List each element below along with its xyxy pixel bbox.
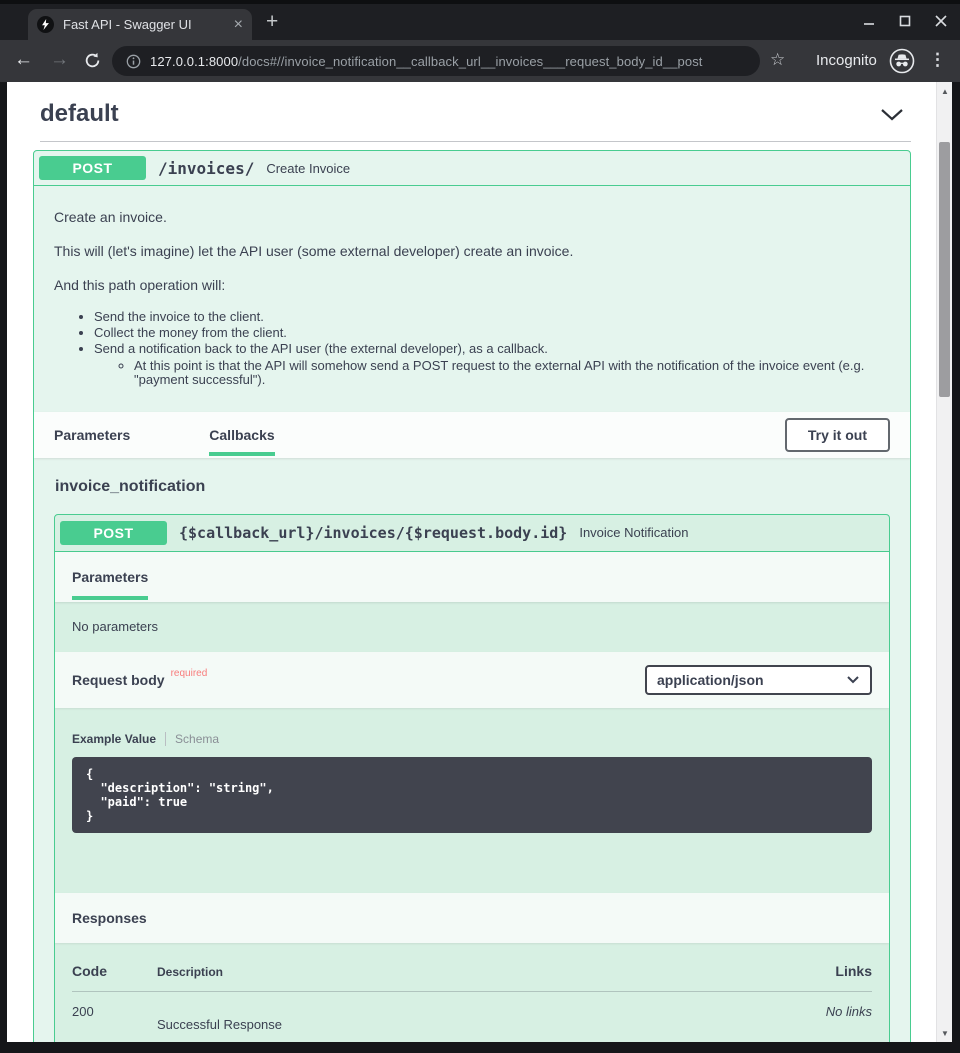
chevron-down-icon <box>846 675 860 684</box>
titlebar: Fast API - Swagger UI × + <box>0 0 960 40</box>
chevron-down-icon[interactable] <box>879 107 905 122</box>
tab-divider <box>165 732 166 746</box>
no-parameters-row: No parameters <box>55 602 889 652</box>
incognito-icon <box>889 48 915 74</box>
response-links: No links <box>826 1004 872 1019</box>
close-window-button[interactable] <box>934 14 948 28</box>
required-badge: required <box>171 668 208 679</box>
new-tab-button[interactable]: + <box>266 11 278 32</box>
description-paragraph: Create an invoice. <box>54 208 890 228</box>
opblock-invoice-notification: POST {$callback_url}/invoices/{$request.… <box>54 514 890 1042</box>
column-code: Code <box>72 963 157 979</box>
callback-summary-text: Invoice Notification <box>579 525 688 540</box>
method-badge: POST <box>60 521 167 545</box>
response-code: 200 <box>72 1004 157 1019</box>
list-item: Send the invoice to the client. <box>94 309 890 325</box>
response-row-200: 200 Successful Response No links <box>72 1004 872 1032</box>
method-badge: POST <box>39 156 146 180</box>
incognito-label: Incognito <box>816 52 877 69</box>
forward-icon[interactable]: → <box>50 49 69 71</box>
tag-title: default <box>40 100 119 128</box>
callback-path: {$callback_url}/invoices/{$request.body.… <box>179 524 567 542</box>
tab-schema[interactable]: Schema <box>175 732 219 746</box>
operation-tabs-header: Parameters Callbacks Try it out <box>34 412 910 458</box>
tab-title: Fast API - Swagger UI <box>63 17 228 32</box>
response-description: Successful Response <box>157 1004 826 1032</box>
operation-description: Create an invoice. This will (let's imag… <box>34 186 910 412</box>
maximize-button[interactable] <box>898 14 912 28</box>
column-links: Links <box>835 963 872 979</box>
opblock-create-invoice: POST /invoices/ Create Invoice Create an… <box>33 150 911 1042</box>
content-type-value: application/json <box>657 672 764 688</box>
browser-toolbar: ← → 127.0.0.1:8000/docs#//invoice_notifi… <box>0 40 960 82</box>
address-bar[interactable]: 127.0.0.1:8000/docs#//invoice_notificati… <box>112 46 760 76</box>
operation-summary[interactable]: POST /invoices/ Create Invoice <box>34 151 910 186</box>
page-scrollbar[interactable]: ▲ ▼ <box>936 82 952 1042</box>
callback-parameters-header: Parameters <box>55 552 889 602</box>
operation-path: /invoices/ <box>158 159 254 178</box>
scrollbar-thumb[interactable] <box>939 142 950 397</box>
browser-menu-icon[interactable]: ⋮ <box>929 50 946 70</box>
window-controls <box>862 14 948 28</box>
callback-name: invoice_notification <box>55 478 890 496</box>
request-body-header: Request body required application/json <box>55 652 889 708</box>
responses-label: Responses <box>72 910 147 926</box>
tab-callbacks[interactable]: Callbacks <box>209 412 274 458</box>
operation-summary-text: Create Invoice <box>266 161 350 176</box>
tab-parameters[interactable]: Parameters <box>54 412 130 458</box>
description-paragraph: And this path operation will: <box>54 276 890 296</box>
responses-table-head: Code Description Links <box>72 963 872 992</box>
description-list: Send the invoice to the client. Collect … <box>54 309 890 388</box>
list-item: Collect the money from the client. <box>94 325 890 341</box>
callback-summary[interactable]: POST {$callback_url}/invoices/{$request.… <box>55 515 889 552</box>
page-info-icon[interactable] <box>126 54 141 69</box>
fastapi-favicon-icon <box>37 16 54 33</box>
try-it-out-button[interactable]: Try it out <box>785 418 890 452</box>
scroll-up-icon[interactable]: ▲ <box>937 84 952 98</box>
tab-example-value[interactable]: Example Value <box>72 732 156 746</box>
content-type-select[interactable]: application/json <box>645 665 872 695</box>
example-tabs: Example Value Schema <box>72 732 872 746</box>
minimize-button[interactable] <box>862 14 876 28</box>
back-icon[interactable]: ← <box>14 49 33 71</box>
description-paragraph: This will (let's imagine) let the API us… <box>54 242 890 262</box>
tab-parameters-inner[interactable]: Parameters <box>72 552 148 602</box>
example-json: { "description": "string", "paid": true … <box>86 767 858 823</box>
url-text: 127.0.0.1:8000/docs#//invoice_notificati… <box>150 54 703 69</box>
reload-icon[interactable] <box>84 52 101 69</box>
callbacks-section: invoice_notification POST {$callback_url… <box>34 458 910 1042</box>
request-body-label: Request body <box>72 672 165 688</box>
responses-table: Code Description Links 200 Successful Re… <box>55 943 889 1042</box>
responses-header: Responses <box>55 893 889 943</box>
column-description: Description <box>157 965 835 979</box>
example-code-block[interactable]: { "description": "string", "paid": true … <box>72 757 872 833</box>
list-item: Send a notification back to the API user… <box>94 341 890 357</box>
browser-tab[interactable]: Fast API - Swagger UI × <box>28 9 252 40</box>
tab-close-icon[interactable]: × <box>234 17 243 33</box>
list-subitem: At this point is that the API will someh… <box>134 358 890 388</box>
page-viewport: default POST /invoices/ Create Invoice C… <box>7 82 952 1042</box>
swagger-ui: default POST /invoices/ Create Invoice C… <box>7 82 952 1042</box>
tag-section-header[interactable]: default <box>40 82 911 142</box>
request-body-example-section: Example Value Schema { "description": "s… <box>55 708 889 893</box>
bookmark-star-icon[interactable]: ☆ <box>770 50 785 70</box>
scroll-down-icon[interactable]: ▼ <box>937 1026 952 1040</box>
